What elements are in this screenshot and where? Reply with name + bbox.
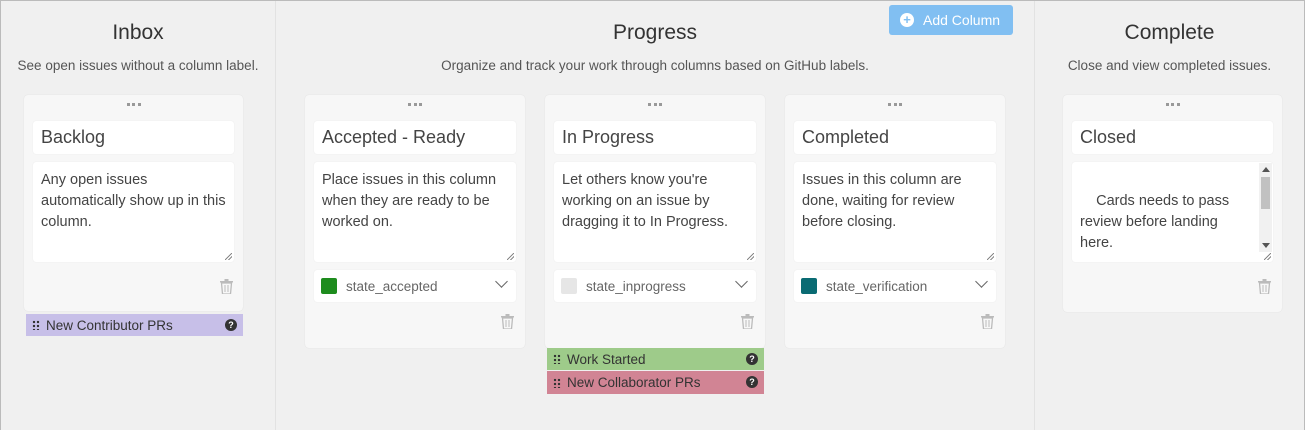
resize-handle-icon[interactable] (1264, 253, 1271, 260)
trash-icon[interactable] (981, 314, 994, 329)
section-title: Inbox (112, 21, 164, 44)
drag-dots-icon (32, 320, 40, 330)
column-name-input[interactable]: Completed (794, 121, 996, 154)
column-name-input[interactable]: In Progress (554, 121, 756, 154)
trash-icon[interactable] (1258, 279, 1271, 294)
column-description-textarea[interactable]: Cards needs to pass review before landin… (1072, 162, 1273, 262)
trash-icon[interactable] (220, 279, 233, 294)
section-subtitle: See open issues without a column label. (17, 58, 259, 73)
drag-handle-icon[interactable] (1165, 103, 1180, 107)
label-color-swatch (321, 278, 337, 294)
trash-icon[interactable] (501, 314, 514, 329)
resize-handle-icon[interactable] (507, 253, 514, 260)
resize-handle-icon[interactable] (987, 253, 994, 260)
column-card-accepted[interactable]: Accepted - Ready Place issues in this co… (305, 95, 525, 348)
scroll-down-icon[interactable] (1262, 243, 1270, 248)
column-name-input[interactable]: Backlog (33, 121, 234, 154)
column-card-inprogress[interactable]: In Progress Let others know you're worki… (545, 95, 765, 348)
column-card-closed[interactable]: Closed Cards needs to pass review before… (1063, 95, 1282, 312)
scroll-thumb[interactable] (1261, 177, 1270, 209)
drag-handle-icon[interactable] (648, 103, 662, 107)
chevron-down-icon (735, 275, 748, 288)
add-column-button[interactable]: + Add Column (889, 5, 1013, 35)
scroll-up-icon[interactable] (1262, 167, 1270, 172)
column-name-input[interactable]: Accepted - Ready (314, 121, 516, 154)
column-card-backlog[interactable]: Backlog Any open issues automatically sh… (24, 95, 243, 311)
trash-icon[interactable] (741, 314, 754, 329)
column-description-textarea[interactable]: Let others know you're working on an iss… (554, 162, 756, 262)
column-description-textarea[interactable]: Place issues in this column when they ar… (314, 162, 516, 262)
label-pill-new-contributor[interactable]: New Contributor PRs ? (26, 314, 243, 336)
label-select[interactable]: state_verification (794, 270, 996, 302)
help-icon[interactable]: ? (225, 319, 237, 331)
resize-handle-icon[interactable] (225, 253, 232, 260)
label-pill-work-started[interactable]: Work Started ? (547, 348, 764, 370)
drag-handle-icon[interactable] (888, 103, 902, 107)
label-pill-new-collaborator[interactable]: New Collaborator PRs ? (547, 371, 764, 394)
help-icon[interactable]: ? (746, 376, 758, 388)
drag-dots-icon (553, 377, 561, 388)
column-description-textarea[interactable]: Issues in this column are done, waiting … (794, 162, 996, 262)
section-subtitle: Organize and track your work through col… (441, 58, 869, 73)
drag-dots-icon (553, 354, 561, 364)
label-color-swatch (801, 278, 817, 294)
help-icon[interactable]: ? (746, 353, 758, 365)
chevron-down-icon (495, 275, 508, 288)
label-color-swatch (561, 278, 577, 294)
label-select[interactable]: state_accepted (314, 270, 516, 302)
drag-handle-icon[interactable] (408, 103, 422, 107)
add-column-label: Add Column (923, 12, 1001, 28)
drag-handle-icon[interactable] (126, 103, 141, 107)
column-card-completed[interactable]: Completed Issues in this column are done… (785, 95, 1005, 348)
section-title: Complete (1124, 21, 1215, 44)
column-description-textarea[interactable]: Any open issues automatically show up in… (33, 162, 234, 262)
section-subtitle: Close and view completed issues. (1067, 58, 1272, 73)
scrollbar[interactable] (1259, 163, 1272, 252)
column-name-input[interactable]: Closed (1072, 121, 1273, 154)
resize-handle-icon[interactable] (747, 253, 754, 260)
chevron-down-icon (975, 275, 988, 288)
label-select[interactable]: state_inprogress (554, 270, 756, 302)
plus-circle-icon: + (900, 13, 914, 27)
